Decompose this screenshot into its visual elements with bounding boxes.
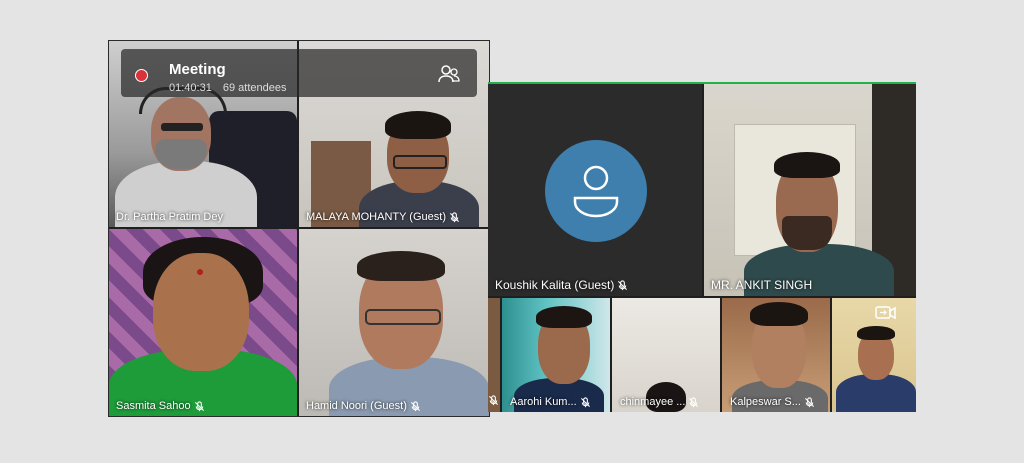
mic-off-icon	[410, 400, 420, 411]
participant-name: Sasmita Sahoo	[109, 398, 211, 416]
attendee-count: 69 attendees	[222, 82, 287, 94]
secondary-video-grid: Koushik Kalita (Guest) MR. ANKIT SINGH A…	[488, 82, 916, 412]
mic-off-icon	[580, 396, 590, 407]
video-tile-koushik[interactable]: Koushik Kalita (Guest)	[488, 84, 702, 296]
default-avatar-icon	[545, 140, 647, 242]
meeting-duration: 01:40:31	[169, 82, 212, 94]
mic-off-icon	[194, 400, 204, 411]
video-tile-strip-edge	[488, 298, 500, 412]
camera-switch-icon[interactable]	[874, 304, 898, 322]
mic-off-icon	[689, 396, 699, 407]
mic-off-icon	[804, 396, 814, 407]
main-video-grid: Dr. Partha Pratim Dey MALAYA MOHANTY (Gu…	[108, 40, 490, 417]
attendees-icon[interactable]	[437, 63, 461, 85]
meeting-title: Meeting	[169, 61, 226, 78]
mic-off-icon	[618, 279, 628, 290]
participant-name: MR. ANKIT SINGH	[711, 278, 813, 292]
video-tile-chinmayee[interactable]: chinmayee ...	[612, 298, 720, 412]
mic-off-icon	[488, 395, 499, 406]
record-dot-icon	[135, 69, 148, 82]
video-tile-sasmita[interactable]: Sasmita Sahoo	[109, 229, 297, 416]
participant-name: Hamid Noori (Guest)	[299, 398, 427, 416]
participant-name: chinmayee ...	[612, 394, 705, 412]
video-tile-hamid[interactable]: Hamid Noori (Guest)	[299, 229, 489, 416]
participant-name: Koushik Kalita (Guest)	[488, 276, 634, 296]
video-tile-aarohi[interactable]: Aarohi Kum...	[502, 298, 610, 412]
participant-name: MALAYA MOHANTY (Guest)	[299, 209, 466, 227]
video-tile-self[interactable]	[832, 298, 916, 412]
meeting-meta: 01:40:31 69 attendees	[169, 82, 295, 94]
video-tile-kalpeswar[interactable]: Kalpeswar S...	[722, 298, 830, 412]
participant-name: Dr. Partha Pratim Dey	[116, 211, 223, 223]
meeting-info-bar: Meeting 01:40:31 69 attendees	[121, 49, 477, 97]
participant-name: Kalpeswar S...	[722, 394, 821, 412]
video-tile-ankit[interactable]: MR. ANKIT SINGH	[704, 84, 916, 296]
mic-off-icon	[449, 211, 459, 222]
participant-name: Aarohi Kum...	[502, 394, 597, 412]
